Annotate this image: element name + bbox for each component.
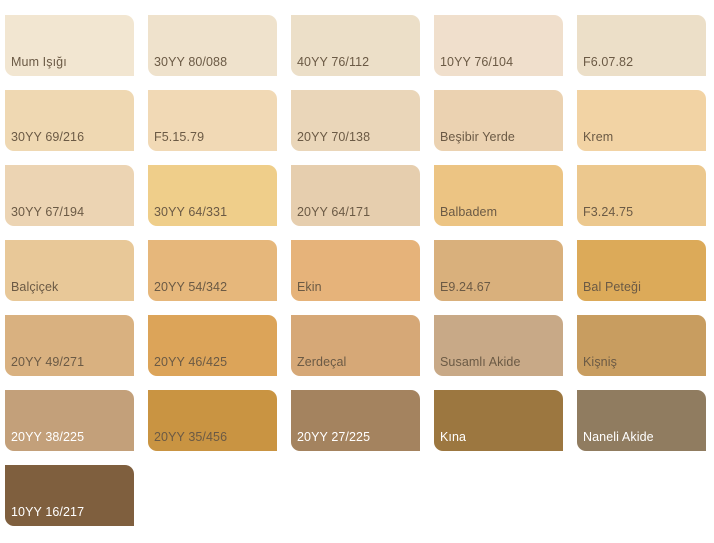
color-swatch[interactable]: 30YY 67/194 — [5, 165, 134, 226]
color-swatch[interactable]: E9.24.67 — [434, 240, 563, 301]
color-swatch[interactable]: 30YY 80/088 — [148, 15, 277, 76]
color-swatch[interactable]: 20YY 27/225 — [291, 390, 420, 451]
swatch-label: Kişniş — [583, 355, 617, 369]
color-swatch[interactable]: Zerdeçal — [291, 315, 420, 376]
swatch-label: 20YY 35/456 — [154, 430, 228, 444]
color-swatch[interactable]: 30YY 69/216 — [5, 90, 134, 151]
color-swatch[interactable]: F5.15.79 — [148, 90, 277, 151]
color-swatch[interactable]: Balbadem — [434, 165, 563, 226]
color-swatch[interactable]: 10YY 76/104 — [434, 15, 563, 76]
swatch-label: 20YY 27/225 — [297, 430, 371, 444]
color-swatch[interactable]: 20YY 54/342 — [148, 240, 277, 301]
swatch-label: Balçiçek — [11, 280, 59, 294]
color-swatch[interactable]: 20YY 64/171 — [291, 165, 420, 226]
swatch-label: Kına — [440, 430, 467, 444]
color-swatch[interactable]: 20YY 38/225 — [5, 390, 134, 451]
swatch-label: F5.15.79 — [154, 130, 205, 144]
swatch-label: Naneli Akide — [583, 430, 654, 444]
swatch-label: Krem — [583, 130, 614, 144]
color-swatch[interactable]: 20YY 46/425 — [148, 315, 277, 376]
swatch-label: 30YY 69/216 — [11, 130, 85, 144]
swatch-label: F6.07.82 — [583, 55, 634, 69]
swatch-label: Zerdeçal — [297, 355, 347, 369]
color-swatch[interactable]: Krem — [577, 90, 706, 151]
color-swatch[interactable]: F3.24.75 — [577, 165, 706, 226]
color-swatch-grid: Mum Işığı 30YY 80/088 40YY 76/112 10YY 76/1… — [5, 15, 706, 526]
color-swatch[interactable]: Balçiçek — [5, 240, 134, 301]
color-swatch[interactable]: 20YY 35/456 — [148, 390, 277, 451]
color-swatch[interactable]: F6.07.82 — [577, 15, 706, 76]
swatch-label: E9.24.67 — [440, 280, 491, 294]
swatch-label: 20YY 70/138 — [297, 130, 371, 144]
swatch-label: 30YY 64/331 — [154, 205, 228, 219]
swatch-label: 40YY 76/112 — [297, 55, 370, 69]
color-swatch[interactable]: Ekin — [291, 240, 420, 301]
swatch-label: 20YY 46/425 — [154, 355, 228, 369]
swatch-label: Mum Işığı — [11, 55, 67, 69]
swatch-label: Susamlı Akide — [440, 355, 521, 369]
swatch-label: Beşibir Yerde — [440, 130, 515, 144]
swatch-label: Balbadem — [440, 205, 498, 219]
swatch-label: 20YY 64/171 — [297, 205, 371, 219]
swatch-label: Ekin — [297, 280, 322, 294]
color-swatch[interactable]: 30YY 64/331 — [148, 165, 277, 226]
swatch-label: 20YY 49/271 — [11, 355, 85, 369]
color-swatch[interactable]: Bal Peteği — [577, 240, 706, 301]
swatch-label: 30YY 67/194 — [11, 205, 85, 219]
color-swatch[interactable]: Beşibir Yerde — [434, 90, 563, 151]
color-swatch[interactable]: 40YY 76/112 — [291, 15, 420, 76]
color-swatch[interactable]: Mum Işığı — [5, 15, 134, 76]
color-swatch[interactable]: Susamlı Akide — [434, 315, 563, 376]
swatch-label: 20YY 54/342 — [154, 280, 228, 294]
color-swatch[interactable]: 20YY 49/271 — [5, 315, 134, 376]
swatch-label: F3.24.75 — [583, 205, 634, 219]
swatch-label: Bal Peteği — [583, 280, 641, 294]
color-swatch[interactable]: Kişniş — [577, 315, 706, 376]
color-swatch[interactable]: 10YY 16/217 — [5, 465, 134, 526]
swatch-label: 10YY 16/217 — [11, 505, 85, 519]
color-swatch[interactable]: Naneli Akide — [577, 390, 706, 451]
swatch-label: 10YY 76/104 — [440, 55, 514, 69]
swatch-label: 30YY 80/088 — [154, 55, 228, 69]
color-swatch[interactable]: Kına — [434, 390, 563, 451]
swatch-label: 20YY 38/225 — [11, 430, 85, 444]
color-swatch[interactable]: 20YY 70/138 — [291, 90, 420, 151]
